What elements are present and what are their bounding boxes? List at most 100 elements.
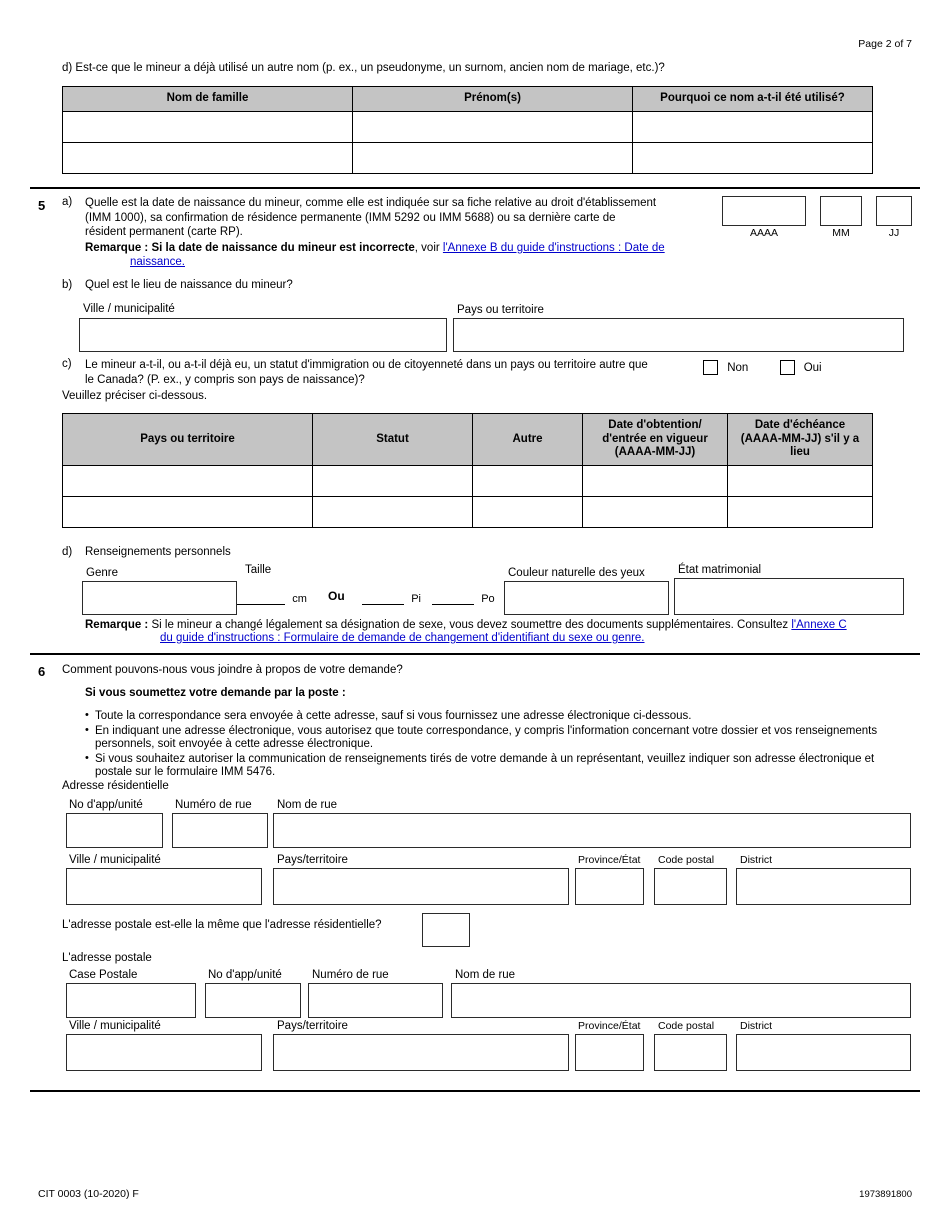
- dob-year-input[interactable]: [722, 196, 806, 226]
- mail-district-label: District: [740, 1020, 773, 1032]
- cell-given-names[interactable]: [352, 141, 633, 174]
- q5c-line1: Le mineur a-t-il, ou a-t-il déjà eu, un …: [85, 359, 648, 371]
- cell-status[interactable]: [312, 464, 473, 497]
- obtained-date-line2: d'entrée en vigueur: [602, 432, 708, 445]
- col-header-obtained-date: Date d'obtention/ d'entrée en vigueur (A…: [582, 413, 728, 466]
- eye-colour-label: Couleur naturelle des yeux: [508, 567, 645, 579]
- res-street-no-label: Numéro de rue: [175, 799, 252, 811]
- cell-country[interactable]: [62, 464, 313, 497]
- unit-inches-label: Po: [481, 593, 495, 605]
- cell-reason[interactable]: [632, 141, 873, 174]
- question-5-number: 5: [38, 198, 46, 213]
- annexe-b-link[interactable]: l'Annexe B du guide d'instructions : Dat…: [443, 242, 665, 254]
- gender-input[interactable]: [82, 581, 237, 615]
- table-row: [62, 464, 873, 497]
- mail-province-label: Province/État: [578, 1020, 641, 1032]
- mail-district-input[interactable]: [736, 1034, 911, 1071]
- res-street-name-input[interactable]: [273, 813, 911, 848]
- status-outside-canada-options: Non Oui: [703, 360, 822, 375]
- question-5b-label: b): [62, 279, 73, 291]
- dob-day-input[interactable]: [876, 196, 912, 226]
- mail-apt-input[interactable]: [205, 983, 301, 1018]
- question-5d-label: d): [62, 546, 73, 558]
- height-cm-group: cm: [237, 592, 307, 605]
- note-prefix: Remarque :: [85, 241, 152, 254]
- mail-pobox-label: Case Postale: [69, 969, 138, 981]
- form-code: CIT 0003 (10-2020) F: [38, 1188, 139, 1200]
- cell-obtained-date[interactable]: [582, 495, 728, 528]
- height-feet-input[interactable]: [362, 592, 404, 605]
- cell-status[interactable]: [312, 495, 473, 528]
- q5a-note-line2: naissance.: [85, 255, 725, 270]
- res-country-label: Pays/territoire: [277, 854, 348, 866]
- immigration-status-table: Pays ou territoire Statut Autre Date d'o…: [62, 413, 873, 528]
- res-district-input[interactable]: [736, 868, 911, 905]
- mail-city-label: Ville / municipalité: [69, 1020, 161, 1032]
- mail-province-input[interactable]: [575, 1034, 644, 1071]
- list-item: En indiquant une adresse électronique, v…: [85, 724, 910, 752]
- form-page: Page 2 of 7 d) Est-ce que le mineur a dé…: [0, 0, 950, 1230]
- res-postal-label: Code postal: [658, 854, 715, 866]
- cell-obtained-date[interactable]: [582, 464, 728, 497]
- height-feet-group: Pi: [362, 592, 421, 605]
- annexe-c-link[interactable]: l'Annexe C: [791, 619, 846, 631]
- mail-country-label: Pays/territoire: [277, 1020, 348, 1032]
- same-address-input[interactable]: [422, 913, 470, 947]
- dob-month-input[interactable]: [820, 196, 862, 226]
- cell-expiry-date[interactable]: [727, 495, 873, 528]
- birth-country-label: Pays ou territoire: [457, 304, 544, 316]
- cell-given-names[interactable]: [352, 110, 633, 143]
- res-city-label: Ville / municipalité: [69, 854, 161, 866]
- eye-colour-input[interactable]: [504, 581, 669, 615]
- annexe-b-link-cont[interactable]: naissance.: [130, 256, 185, 268]
- marital-status-input[interactable]: [674, 578, 904, 615]
- col-header-given-names: Prénom(s): [352, 86, 633, 112]
- annexe-c-link-cont[interactable]: du guide d'instructions : Formulaire de …: [160, 632, 645, 644]
- dob-day-wrap: JJ: [876, 196, 912, 239]
- col-header-reason: Pourquoi ce nom a-t-il été utilisé?: [632, 86, 873, 112]
- birth-city-input[interactable]: [79, 318, 447, 352]
- cell-other[interactable]: [472, 495, 583, 528]
- res-district-label: District: [740, 854, 773, 866]
- cell-family-name[interactable]: [62, 141, 353, 174]
- cell-family-name[interactable]: [62, 110, 353, 143]
- question-5b-text: Quel est le lieu de naissance du mineur?: [85, 279, 293, 291]
- res-country-input[interactable]: [273, 868, 569, 905]
- same-address-question: L'adresse postale est-elle la même que l…: [62, 919, 382, 931]
- mail-pobox-input[interactable]: [66, 983, 196, 1018]
- dob-month-label: MM: [832, 227, 850, 239]
- q5a-note: Remarque : Si la date de naissance du mi…: [85, 241, 725, 256]
- cell-expiry-date[interactable]: [727, 464, 873, 497]
- cell-country[interactable]: [62, 495, 313, 528]
- res-postal-input[interactable]: [654, 868, 727, 905]
- page-number: Page 2 of 7: [858, 38, 912, 50]
- question-6-number: 6: [38, 664, 46, 679]
- cell-other[interactable]: [472, 464, 583, 497]
- mail-country-input[interactable]: [273, 1034, 569, 1071]
- mail-street-no-input[interactable]: [308, 983, 443, 1018]
- res-street-no-input[interactable]: [172, 813, 268, 848]
- barcode-number: 1973891800: [859, 1189, 912, 1200]
- section-divider: [30, 187, 920, 189]
- mail-city-input[interactable]: [66, 1034, 262, 1071]
- res-apt-label: No d'app/unité: [69, 799, 143, 811]
- cell-reason[interactable]: [632, 110, 873, 143]
- expiry-date-line1: Date d'échéance: [754, 419, 846, 431]
- mail-postal-input[interactable]: [654, 1034, 727, 1071]
- height-cm-input[interactable]: [237, 592, 285, 605]
- label-non: Non: [727, 361, 749, 374]
- postal-address-heading: L'adresse postale: [62, 952, 152, 964]
- res-city-input[interactable]: [66, 868, 262, 905]
- gender-label: Genre: [86, 567, 118, 579]
- q5c-line2: le Canada? (P. ex., y compris son pays d…: [85, 373, 365, 386]
- note-mid-text: , voir: [414, 241, 443, 254]
- checkbox-non[interactable]: [703, 360, 718, 375]
- mail-street-name-input[interactable]: [451, 983, 911, 1018]
- checkbox-oui[interactable]: [779, 360, 795, 375]
- height-inches-input[interactable]: [432, 592, 474, 605]
- dob-day-label: JJ: [888, 227, 900, 239]
- dob-month-wrap: MM: [820, 196, 862, 239]
- birth-country-input[interactable]: [453, 318, 904, 352]
- res-province-input[interactable]: [575, 868, 644, 905]
- res-apt-input[interactable]: [66, 813, 163, 848]
